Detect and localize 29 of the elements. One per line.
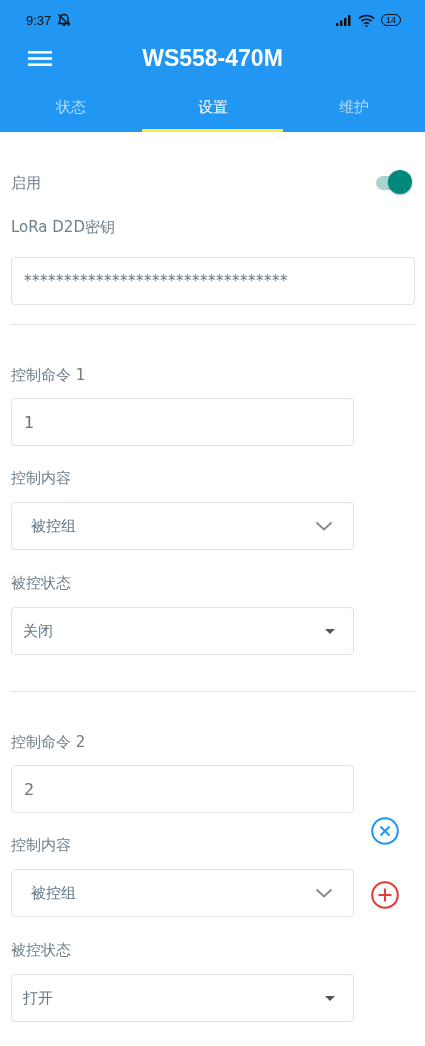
tab[interactable]: 设置: [141, 86, 284, 132]
chevron-down-icon: [315, 888, 333, 898]
field-label: 启用: [11, 173, 41, 193]
dropdown[interactable]: 打开: [11, 974, 354, 1022]
dropdown[interactable]: 被控组: [11, 502, 354, 550]
bell-off-icon: [57, 13, 72, 27]
field-label: 控制命令 2: [11, 732, 86, 752]
dropdown-arrow-icon: [325, 995, 335, 1001]
menu-icon[interactable]: [28, 51, 52, 66]
field-label: 控制内容: [11, 835, 71, 855]
field-label: 被控状态: [11, 573, 71, 593]
field-label: LoRa D2D密钥: [11, 217, 115, 237]
add-icon[interactable]: [371, 881, 399, 909]
clock-time: 9:37: [26, 12, 52, 28]
signal-icon: [336, 14, 352, 26]
toggle-switch[interactable]: [375, 170, 413, 196]
dropdown-arrow-icon: [325, 628, 335, 634]
field-label: 控制内容: [11, 468, 71, 488]
dropdown[interactable]: 被控组: [11, 869, 354, 917]
key-input[interactable]: *********************************: [11, 257, 415, 305]
command-input[interactable]: 2: [11, 765, 354, 813]
dropdown[interactable]: 关闭: [11, 607, 354, 655]
chevron-down-icon: [315, 521, 333, 531]
field-label: 控制命令 1: [11, 365, 86, 385]
field-label: 被控状态: [11, 940, 71, 960]
wifi-icon: [358, 13, 375, 27]
app-title: WS558-470M: [142, 44, 283, 72]
remove-icon[interactable]: [371, 817, 399, 845]
command-input[interactable]: 1: [11, 398, 354, 446]
